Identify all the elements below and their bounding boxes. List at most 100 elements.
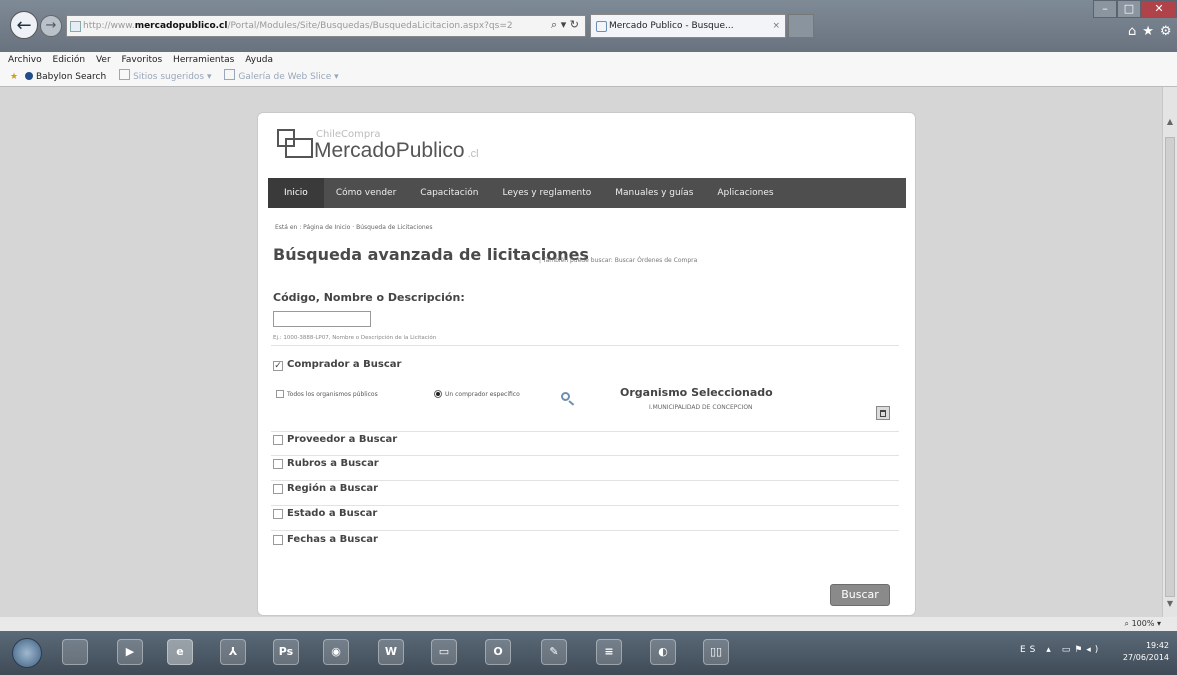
tab-title: Mercado Publico - Busque...: [609, 21, 734, 31]
favorites-star-icon[interactable]: ★: [1142, 24, 1160, 39]
system-tray[interactable]: ES ▴ ▭⚑◂): [1020, 645, 1102, 655]
category-label[interactable]: Rubros a Buscar: [287, 458, 379, 469]
provider-label[interactable]: Proveedor a Buscar: [287, 434, 397, 445]
vertical-scrollbar[interactable]: ▲ ▼: [1162, 87, 1177, 617]
close-window-button[interactable]: ✕: [1141, 0, 1177, 18]
arrow-left-icon: ←: [16, 15, 32, 36]
speaker-icon[interactable]: ◂): [1086, 645, 1102, 655]
menu-ayuda[interactable]: Ayuda: [245, 55, 273, 65]
divider: [271, 480, 899, 481]
nav-inicio[interactable]: Inicio: [268, 178, 324, 208]
paint-icon[interactable]: ✎: [541, 639, 567, 665]
buscar-ordenes-link[interactable]: | También puede buscar: Buscar Órdenes d…: [539, 257, 697, 264]
region-label[interactable]: Región a Buscar: [287, 483, 378, 494]
nav-como-vender[interactable]: Cómo vender: [324, 178, 408, 208]
menu-herramientas[interactable]: Herramientas: [173, 55, 234, 65]
divider: [271, 345, 899, 346]
outlook-icon[interactable]: O: [485, 639, 511, 665]
breadcrumb[interactable]: Está en : Página de Inicio · Búsqueda de…: [275, 224, 433, 231]
network-tray-icon[interactable]: ▭: [1062, 645, 1075, 655]
network-icon[interactable]: ≡: [596, 639, 622, 665]
url-prefix: http://www.: [83, 21, 135, 31]
zoom-value: 100%: [1131, 619, 1155, 628]
buyer-section-label[interactable]: Comprador a Buscar: [287, 359, 401, 370]
divider: [271, 431, 899, 432]
scroll-thumb[interactable]: [1165, 137, 1175, 597]
dates-checkbox[interactable]: [273, 535, 283, 545]
nav-manuales[interactable]: Manuales y guías: [603, 178, 705, 208]
nav-aplicaciones[interactable]: Aplicaciones: [705, 178, 785, 208]
dates-label[interactable]: Fechas a Buscar: [287, 534, 378, 545]
back-button[interactable]: ←: [10, 11, 38, 39]
chevron-up-icon[interactable]: ▴: [1046, 645, 1055, 655]
browser-tab[interactable]: Mercado Publico - Busque... ×: [590, 14, 786, 38]
selected-org-heading: Organismo Seleccionado: [620, 386, 773, 399]
region-checkbox[interactable]: [273, 484, 283, 494]
favorites-star-icon[interactable]: ★: [10, 72, 18, 82]
internet-explorer-icon[interactable]: e: [167, 639, 193, 665]
address-bar[interactable]: http://www.mercadopublico.cl/Portal/Modu…: [66, 15, 586, 37]
mercadopublico-logo-icon[interactable]: [277, 129, 317, 163]
zoom-level[interactable]: ⌕ 100% ▾: [1125, 619, 1161, 629]
search-button[interactable]: Buscar: [830, 584, 890, 606]
chrome-icon[interactable]: ◉: [323, 639, 349, 665]
fav-suggested[interactable]: Sitios sugeridos ▾: [119, 69, 212, 82]
photoshop-icon[interactable]: Ps: [273, 639, 299, 665]
clock-date: 27/06/2014: [1122, 653, 1169, 662]
app-icon[interactable]: [62, 639, 88, 665]
minimize-button[interactable]: –: [1093, 0, 1117, 18]
nav-leyes[interactable]: Leyes y reglamento: [490, 178, 603, 208]
trash-icon[interactable]: [876, 406, 890, 420]
acrobat-icon[interactable]: ⅄: [220, 639, 246, 665]
arrow-right-icon: →: [45, 18, 57, 33]
word-icon[interactable]: W: [378, 639, 404, 665]
fav-babylon[interactable]: Babylon Search: [24, 72, 107, 82]
url-domain: mercadopublico.cl: [134, 21, 228, 31]
folder-icon[interactable]: ▭: [431, 639, 457, 665]
refresh-icon: ↻: [569, 18, 579, 31]
provider-checkbox[interactable]: [273, 435, 283, 445]
address-search-refresh[interactable]: ⌕ ▾ ↻: [545, 15, 585, 35]
category-checkbox[interactable]: [273, 459, 283, 469]
buyer-section-checkbox[interactable]: ✓: [273, 361, 283, 371]
close-tab-icon[interactable]: ×: [772, 15, 780, 37]
audio-icon[interactable]: ◐: [650, 639, 676, 665]
forward-button[interactable]: →: [40, 15, 62, 37]
maximize-button[interactable]: □: [1117, 0, 1141, 18]
page-icon: [119, 69, 131, 80]
menu-edicion[interactable]: Edición: [53, 55, 86, 65]
clock[interactable]: 19:42 27/06/2014: [1123, 640, 1169, 664]
menu-favoritos[interactable]: Favoritos: [122, 55, 163, 65]
status-checkbox[interactable]: [273, 509, 283, 519]
scroll-down-icon[interactable]: ▼: [1163, 599, 1177, 613]
menu-ver[interactable]: Ver: [96, 55, 111, 65]
specific-buyer-radio[interactable]: [434, 390, 442, 398]
status-label[interactable]: Estado a Buscar: [287, 508, 377, 519]
page-icon: [70, 21, 81, 32]
gear-icon[interactable]: ⚙: [1160, 24, 1177, 39]
page-card: ChileCompra MercadoPublico .cl Inicio Cóm…: [257, 112, 916, 616]
home-icon[interactable]: ⌂: [1128, 24, 1142, 39]
taskbar: ▶ e ⅄ Ps ◉ W ▭ O ✎ ≡ ◐ ▯▯ ES ▴ ▭⚑◂) 19:4…: [0, 631, 1177, 675]
flag-icon[interactable]: ⚑: [1074, 645, 1086, 655]
all-agencies-checkbox[interactable]: [276, 390, 284, 398]
logo-text[interactable]: MercadoPublico .cl: [314, 139, 479, 163]
scroll-up-icon[interactable]: ▲: [1163, 117, 1177, 131]
code-search-hint: Ej.: 1000-3888-LP07, Nombre o Descripció…: [273, 335, 437, 341]
search-buyer-icon[interactable]: [561, 392, 577, 406]
all-agencies-label[interactable]: Todos los organismos públicos: [287, 391, 378, 398]
menu-archivo[interactable]: Archivo: [8, 55, 42, 65]
nav-capacitacion[interactable]: Capacitación: [408, 178, 490, 208]
clock-time: 19:42: [1145, 641, 1169, 650]
toolbar-icons: ⌂★⚙: [1128, 24, 1177, 39]
language-indicator[interactable]: ES: [1020, 645, 1039, 655]
book-icon[interactable]: ▯▯: [703, 639, 729, 665]
fav-web-slice[interactable]: Galería de Web Slice ▾: [224, 69, 339, 82]
code-search-input[interactable]: [273, 311, 371, 327]
media-player-icon[interactable]: ▶: [117, 639, 143, 665]
start-button[interactable]: [12, 638, 42, 668]
fav-babylon-label: Babylon Search: [35, 72, 107, 82]
babylon-icon: [24, 72, 33, 80]
new-tab-button[interactable]: [788, 14, 814, 38]
specific-buyer-label[interactable]: Un comprador específico: [445, 391, 520, 398]
